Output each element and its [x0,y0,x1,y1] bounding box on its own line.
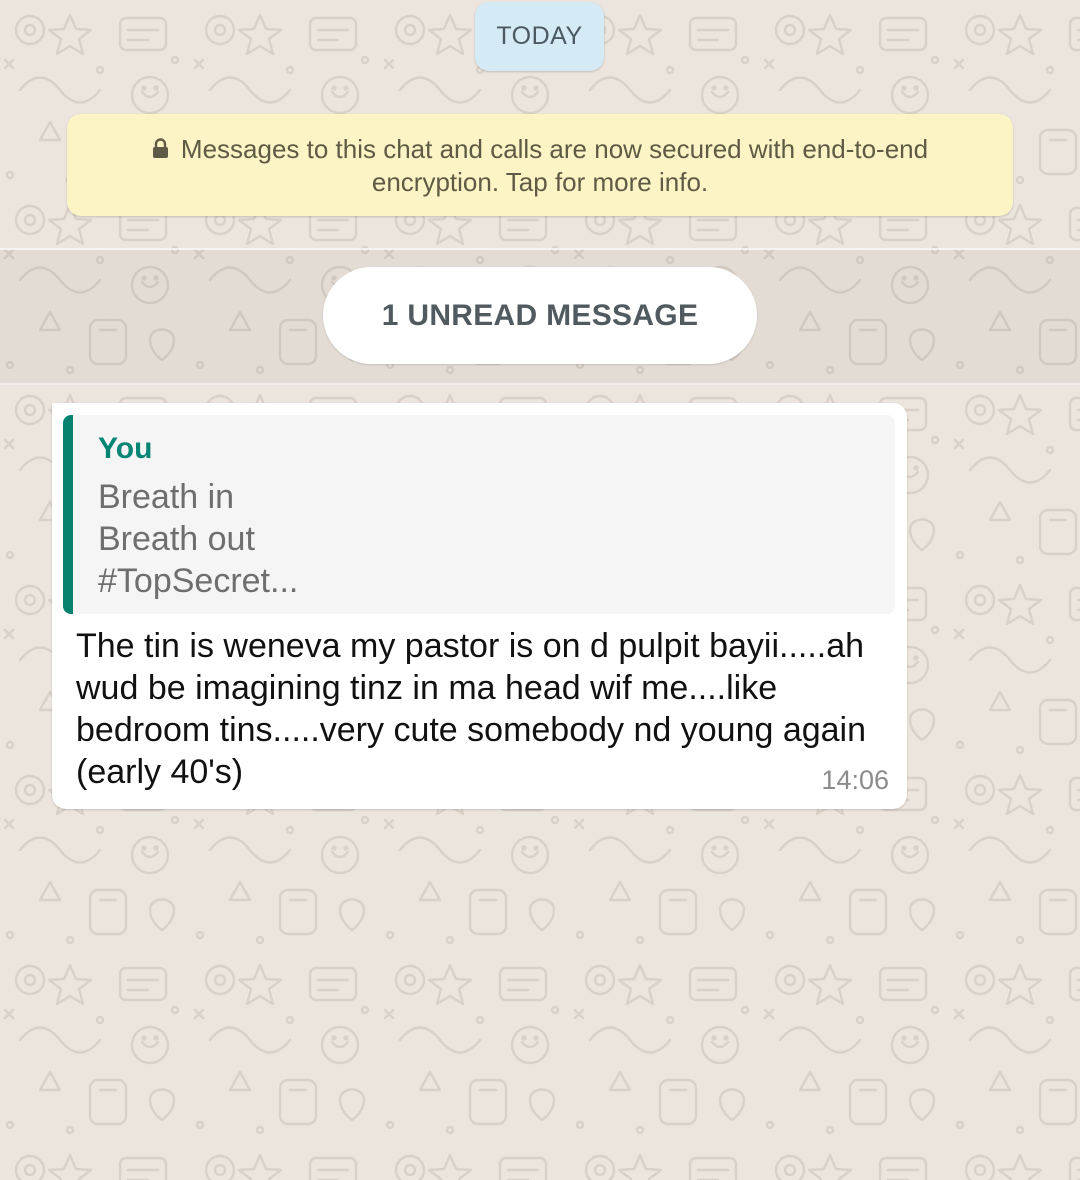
quoted-line: Breath in [98,478,235,516]
message-timestamp: 14:06 [821,765,889,795]
quoted-line: #TopSecret... [98,562,299,600]
encryption-notice-text: Messages to this chat and calls are now … [180,134,929,197]
encryption-notice[interactable]: Messages to this chat and calls are now … [67,114,1013,216]
quote-accent-bar [63,415,73,614]
unread-messages-divider: 1 UNREAD MESSAGE [323,267,757,364]
date-divider: TODAY [475,2,604,71]
quoted-message[interactable]: You Breath in Breath out #TopSecret... [63,415,895,614]
message-text: The tin is weneva my pastor is on d pulp… [76,627,867,791]
incoming-message-bubble[interactable]: You Breath in Breath out #TopSecret... T… [52,403,907,809]
lock-icon [152,138,168,158]
quoted-text: Breath in Breath out #TopSecret... [98,476,878,602]
quoted-author: You [98,432,153,465]
quoted-line: Breath out [98,520,255,558]
